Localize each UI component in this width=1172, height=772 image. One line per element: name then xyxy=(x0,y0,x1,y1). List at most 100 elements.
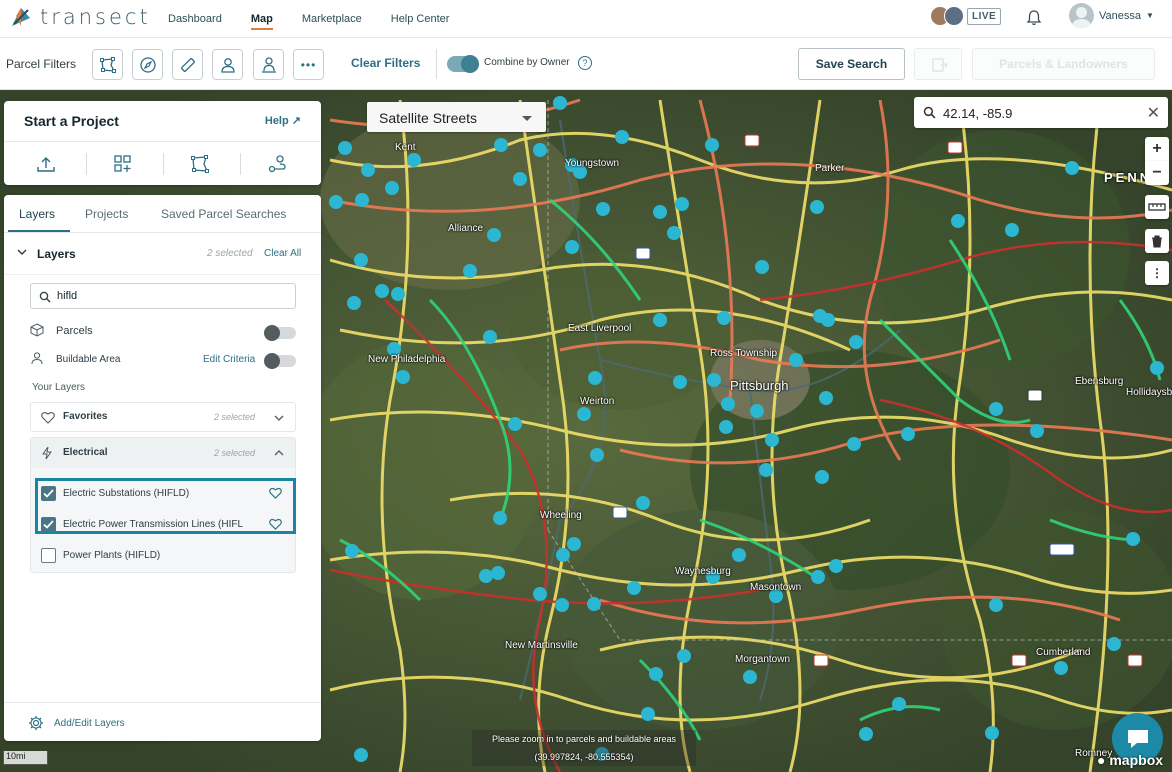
plus-icon: + xyxy=(1152,140,1162,157)
city-label: Parker xyxy=(815,163,845,174)
help-icon[interactable]: ? xyxy=(578,56,592,70)
favorites-selected: 2 selected xyxy=(214,412,256,422)
export-button[interactable] xyxy=(914,48,962,80)
zoom-in-button[interactable]: + xyxy=(1145,137,1169,161)
combine-by-owner-toggle[interactable] xyxy=(447,55,479,73)
divider xyxy=(163,153,164,175)
ruler-filter-button[interactable] xyxy=(172,49,203,80)
more-options-button[interactable]: ⋮ xyxy=(1145,261,1169,285)
project-help-link[interactable]: Help ↗ xyxy=(265,114,301,127)
main-nav: Dashboard Map Marketplace Help Center xyxy=(168,0,478,38)
electrical-selected: 2 selected xyxy=(214,448,256,458)
zoom-out-button[interactable]: − xyxy=(1145,161,1169,185)
ruler-icon xyxy=(1148,203,1166,211)
compass-icon xyxy=(139,56,156,73)
divider xyxy=(86,153,87,175)
mapbox-logo-icon: ● xyxy=(1097,752,1106,768)
clear-filters-button[interactable]: Clear Filters xyxy=(351,56,420,70)
basemap-select[interactable]: Satellite Streets xyxy=(367,102,546,132)
combine-by-owner-label: Combine by Owner xyxy=(484,57,570,68)
filter-bar: Parcel Filters ••• Clear Filters Combine… xyxy=(0,39,1172,90)
save-search-button[interactable]: Save Search xyxy=(798,48,905,80)
bell-icon[interactable] xyxy=(1025,9,1043,32)
delete-button[interactable] xyxy=(1145,229,1169,253)
avatar xyxy=(944,6,964,26)
close-icon[interactable]: ✕ xyxy=(1147,103,1160,123)
clear-all-button[interactable]: Clear All xyxy=(264,248,301,259)
user-name: Vanessa xyxy=(1099,9,1141,22)
favorites-group[interactable]: Favorites 2 selected xyxy=(30,402,296,432)
transect-logo-icon xyxy=(12,8,30,26)
city-label: Wheeling xyxy=(540,510,582,521)
divider xyxy=(436,49,437,79)
layers-title: Layers xyxy=(37,247,76,261)
panel-tabs: Layers Projects Saved Parcel Searches xyxy=(4,195,321,233)
tab-projects[interactable]: Projects xyxy=(85,207,128,221)
live-badge: LIVE xyxy=(967,7,1002,25)
city-label: Pittsburgh xyxy=(730,378,789,393)
chat-icon xyxy=(1127,729,1148,748)
parcels-toggle[interactable] xyxy=(264,325,296,341)
selected-count: 2 selected xyxy=(207,248,253,259)
chevron-down-icon[interactable] xyxy=(16,245,28,263)
logo-text: transect xyxy=(40,5,151,29)
basemap-value: Satellite Streets xyxy=(379,110,478,126)
nav-dashboard[interactable]: Dashboard xyxy=(168,13,222,25)
city-label: East Liverpool xyxy=(568,323,632,334)
selection-highlight xyxy=(35,478,296,534)
search-icon xyxy=(39,291,51,303)
layers-header[interactable]: Layers 2 selected Clear All xyxy=(4,233,321,275)
nav-help-center[interactable]: Help Center xyxy=(391,13,450,25)
top-navbar: transect Dashboard Map Marketplace Help … xyxy=(0,0,1172,38)
zoom-message: Please zoom in to parcels and buildable … xyxy=(472,730,696,766)
avatar xyxy=(1069,3,1094,28)
nav-map[interactable]: Map xyxy=(250,13,273,30)
owner-area-filter-button[interactable] xyxy=(253,49,284,80)
city-label: Ross Township xyxy=(710,348,778,359)
polygon-filter-button[interactable] xyxy=(92,49,123,80)
compass-filter-button[interactable] xyxy=(132,49,163,80)
owner-filter-button[interactable] xyxy=(212,49,243,80)
zoom-message-text: Please zoom in to parcels and buildable … xyxy=(491,734,677,744)
tab-layers[interactable]: Layers xyxy=(19,207,55,221)
electrical-header[interactable]: Electrical 2 selected xyxy=(31,438,295,468)
tab-saved-parcel-searches[interactable]: Saved Parcel Searches xyxy=(161,207,286,221)
nav-marketplace[interactable]: Marketplace xyxy=(302,13,362,25)
city-label: New Philadelphia xyxy=(368,354,446,365)
buildable-area-icon xyxy=(31,352,43,365)
gear-icon xyxy=(29,716,43,730)
polygon-icon[interactable] xyxy=(189,153,211,175)
live-collaborators[interactable]: LIVE xyxy=(930,6,1002,26)
buildable-area-toggle[interactable] xyxy=(264,353,296,369)
caret-down-icon xyxy=(522,116,532,121)
user-menu[interactable]: Vanessa ▼ xyxy=(1069,3,1154,28)
trash-icon xyxy=(1152,234,1162,248)
route-icon[interactable] xyxy=(266,153,288,175)
parcels-landowners-button[interactable]: Parcels & Landowners xyxy=(972,48,1155,80)
upload-icon[interactable] xyxy=(35,153,57,175)
electrical-label: Electrical xyxy=(63,447,108,458)
person-area-icon xyxy=(261,56,276,73)
cube-icon xyxy=(30,323,44,337)
parcel-filters-label: Parcel Filters xyxy=(6,57,77,71)
location-search-value: 42.14, -85.9 xyxy=(943,106,1013,121)
project-title: Start a Project xyxy=(24,113,119,129)
favorites-label: Favorites xyxy=(63,411,108,422)
measure-button[interactable] xyxy=(1145,195,1169,219)
power-plants-checkbox[interactable] xyxy=(41,548,56,563)
location-search-input[interactable]: 42.14, -85.9 ✕ xyxy=(914,97,1168,128)
add-grid-icon[interactable] xyxy=(112,153,134,175)
mapbox-attribution[interactable]: ● mapbox xyxy=(1097,752,1163,768)
external-link-icon: ↗ xyxy=(291,115,301,127)
more-filters-button[interactable]: ••• xyxy=(293,49,324,80)
logo[interactable]: transect xyxy=(8,4,151,30)
add-edit-layers-button[interactable]: Add/Edit Layers xyxy=(4,702,321,741)
city-label: Ebensburg xyxy=(1075,376,1124,387)
chevron-up-icon xyxy=(274,450,284,456)
active-tab-indicator xyxy=(8,230,70,232)
edit-criteria-link[interactable]: Edit Criteria xyxy=(203,354,255,365)
heart-icon xyxy=(41,412,55,424)
layer-search-input[interactable]: hifld xyxy=(30,283,296,309)
city-label: Hollidaysburg xyxy=(1126,387,1172,398)
city-label: Waynesburg xyxy=(675,566,731,577)
